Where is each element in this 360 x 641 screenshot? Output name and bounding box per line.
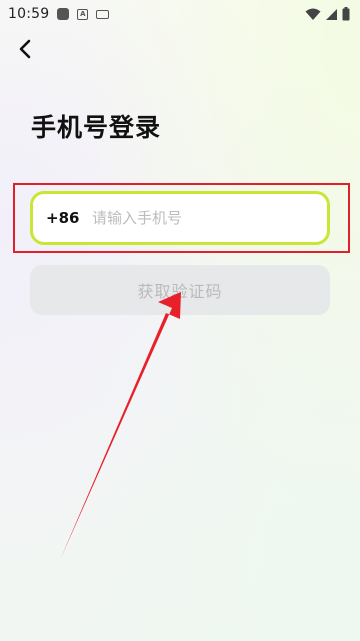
wifi-icon — [305, 8, 321, 20]
phone-input[interactable] — [92, 203, 312, 233]
status-bar: 10:59 A — [0, 0, 360, 28]
phone-number-field[interactable]: +86 — [30, 191, 330, 245]
status-right — [305, 7, 350, 21]
get-verification-code-button[interactable]: 获取验证码 — [30, 265, 330, 315]
country-code[interactable]: +86 — [46, 209, 92, 227]
chevron-left-icon — [19, 39, 31, 59]
back-button[interactable] — [12, 36, 38, 62]
keyboard-icon — [96, 9, 110, 19]
status-left: 10:59 A — [8, 6, 110, 22]
battery-icon — [342, 7, 350, 21]
status-time: 10:59 — [8, 6, 50, 22]
app-notification-icon — [57, 8, 70, 20]
page-title: 手机号登录 — [31, 113, 162, 142]
a-notification-icon: A — [77, 8, 89, 20]
signal-icon — [326, 8, 337, 20]
annotation-arrow — [60, 292, 181, 560]
